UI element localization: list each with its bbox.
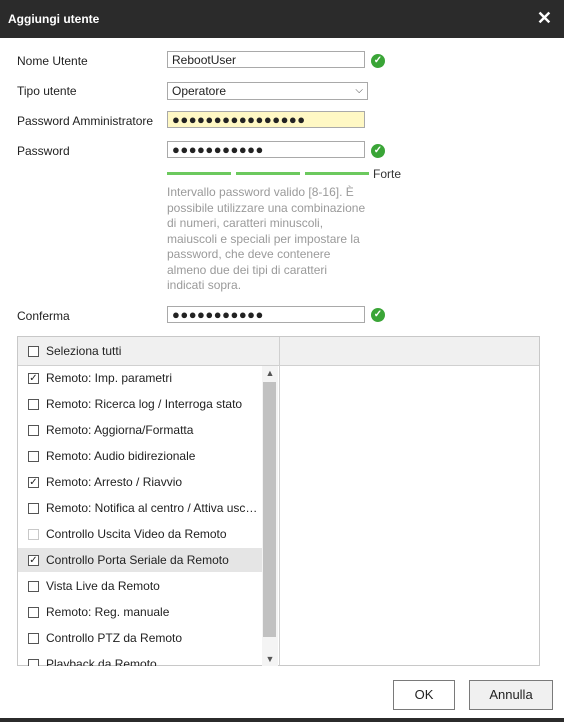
strength-bar-1 (167, 172, 231, 175)
strength-bar-3 (305, 172, 369, 175)
permission-item[interactable]: Remoto: Ricerca log / Interroga stato (18, 392, 262, 416)
permission-label: Remoto: Imp. parametri (46, 371, 173, 385)
permission-item[interactable]: Remoto: Reg. manuale (18, 600, 262, 624)
permission-checkbox (28, 529, 39, 540)
permission-item[interactable]: Remoto: Aggiorna/Formatta (18, 418, 262, 442)
confirm-password-field[interactable]: ●●●●●●●●●●● (167, 306, 365, 323)
permission-item[interactable]: Controllo PTZ da Remoto (18, 626, 262, 650)
select-all-label[interactable]: Seleziona tutti (46, 344, 121, 358)
permission-label: Remoto: Notifica al centro / Attiva usci… (46, 501, 260, 515)
user-type-label: Tipo utente (17, 84, 77, 98)
permission-label: Controllo Porta Seriale da Remoto (46, 553, 229, 567)
select-all-checkbox[interactable] (28, 346, 39, 357)
permission-item[interactable]: ✓ Remoto: Imp. parametri (18, 366, 262, 390)
permission-label: Remoto: Audio bidirezionale (46, 449, 196, 463)
check-circle-icon: ✓ (371, 308, 385, 322)
dialog-bottom-border (0, 718, 564, 722)
permission-checkbox[interactable] (28, 659, 39, 666)
user-type-value: Operatore (172, 84, 227, 98)
permission-checkbox[interactable]: ✓ (28, 555, 39, 566)
permissions-panel: Seleziona tutti ✓ Remoto: Imp. parametri R… (17, 336, 540, 666)
password-label: Password (17, 144, 70, 158)
admin-password-field[interactable]: ●●●●●●●●●●●●●●●● (167, 111, 365, 128)
permission-label: Playback da Remoto (46, 657, 157, 666)
permission-label: Remoto: Arresto / Riavvio (46, 475, 183, 489)
scroll-down-icon[interactable]: ▼ (262, 652, 278, 666)
check-circle-icon: ✓ (371, 144, 385, 158)
permission-checkbox[interactable] (28, 451, 39, 462)
permission-checkbox[interactable] (28, 581, 39, 592)
permission-label: Remoto: Aggiorna/Formatta (46, 423, 194, 437)
permission-item[interactable]: ✓ Controllo Porta Seriale da Remoto (18, 548, 262, 572)
permission-checkbox[interactable]: ✓ (28, 373, 39, 384)
dialog-title: Aggiungi utente (8, 12, 100, 26)
strength-bar-2 (236, 172, 300, 175)
panel-divider (279, 365, 280, 665)
close-icon[interactable]: ✕ (537, 8, 552, 29)
ok-button[interactable]: OK (393, 680, 455, 710)
permission-checkbox[interactable] (28, 503, 39, 514)
scrollbar-thumb[interactable] (263, 382, 276, 637)
admin-password-label: Password Amministratore (17, 114, 154, 128)
strength-label: Forte (373, 167, 402, 181)
permissions-scrollbar[interactable]: ▲ ▼ (262, 366, 278, 666)
password-hint: Intervallo password valido [8-16]. È pos… (167, 185, 366, 292)
check-circle-icon: ✓ (371, 54, 385, 68)
chevron-down-icon: ⌵ (355, 85, 363, 96)
permission-checkbox[interactable]: ✓ (28, 477, 39, 488)
permission-item[interactable]: ✓ Remoto: Arresto / Riavvio (18, 470, 262, 494)
dialog-titlebar: Aggiungi utente ✕ (0, 0, 564, 38)
confirm-label: Conferma (17, 309, 70, 323)
permission-checkbox[interactable] (28, 633, 39, 644)
permission-label: Remoto: Reg. manuale (46, 605, 170, 619)
scroll-up-icon[interactable]: ▲ (262, 366, 278, 380)
permission-label: Remoto: Ricerca log / Interroga stato (46, 397, 243, 411)
permission-item[interactable]: Vista Live da Remoto (18, 574, 262, 598)
cancel-button[interactable]: Annulla (469, 680, 553, 710)
permission-item[interactable]: Playback da Remoto (18, 652, 262, 666)
permissions-header: Seleziona tutti (18, 337, 539, 366)
permission-item[interactable]: Controllo Uscita Video da Remoto (18, 522, 262, 546)
permission-item[interactable]: Remoto: Audio bidirezionale (18, 444, 262, 468)
permission-label: Vista Live da Remoto (46, 579, 160, 593)
permission-checkbox[interactable] (28, 425, 39, 436)
password-field[interactable]: ●●●●●●●●●●● (167, 141, 365, 158)
username-field[interactable]: RebootUser (167, 51, 365, 68)
user-type-select[interactable]: Operatore ⌵ (167, 82, 368, 100)
permission-checkbox[interactable] (28, 607, 39, 618)
permissions-list: ✓ Remoto: Imp. parametri Remoto: Ricerca l… (18, 366, 279, 666)
permission-checkbox[interactable] (28, 399, 39, 410)
username-label: Nome Utente (17, 54, 88, 68)
header-divider (279, 337, 280, 365)
permission-label: Controllo PTZ da Remoto (46, 631, 183, 645)
permission-item[interactable]: Remoto: Notifica al centro / Attiva usci… (18, 496, 262, 520)
permission-label: Controllo Uscita Video da Remoto (46, 527, 227, 541)
